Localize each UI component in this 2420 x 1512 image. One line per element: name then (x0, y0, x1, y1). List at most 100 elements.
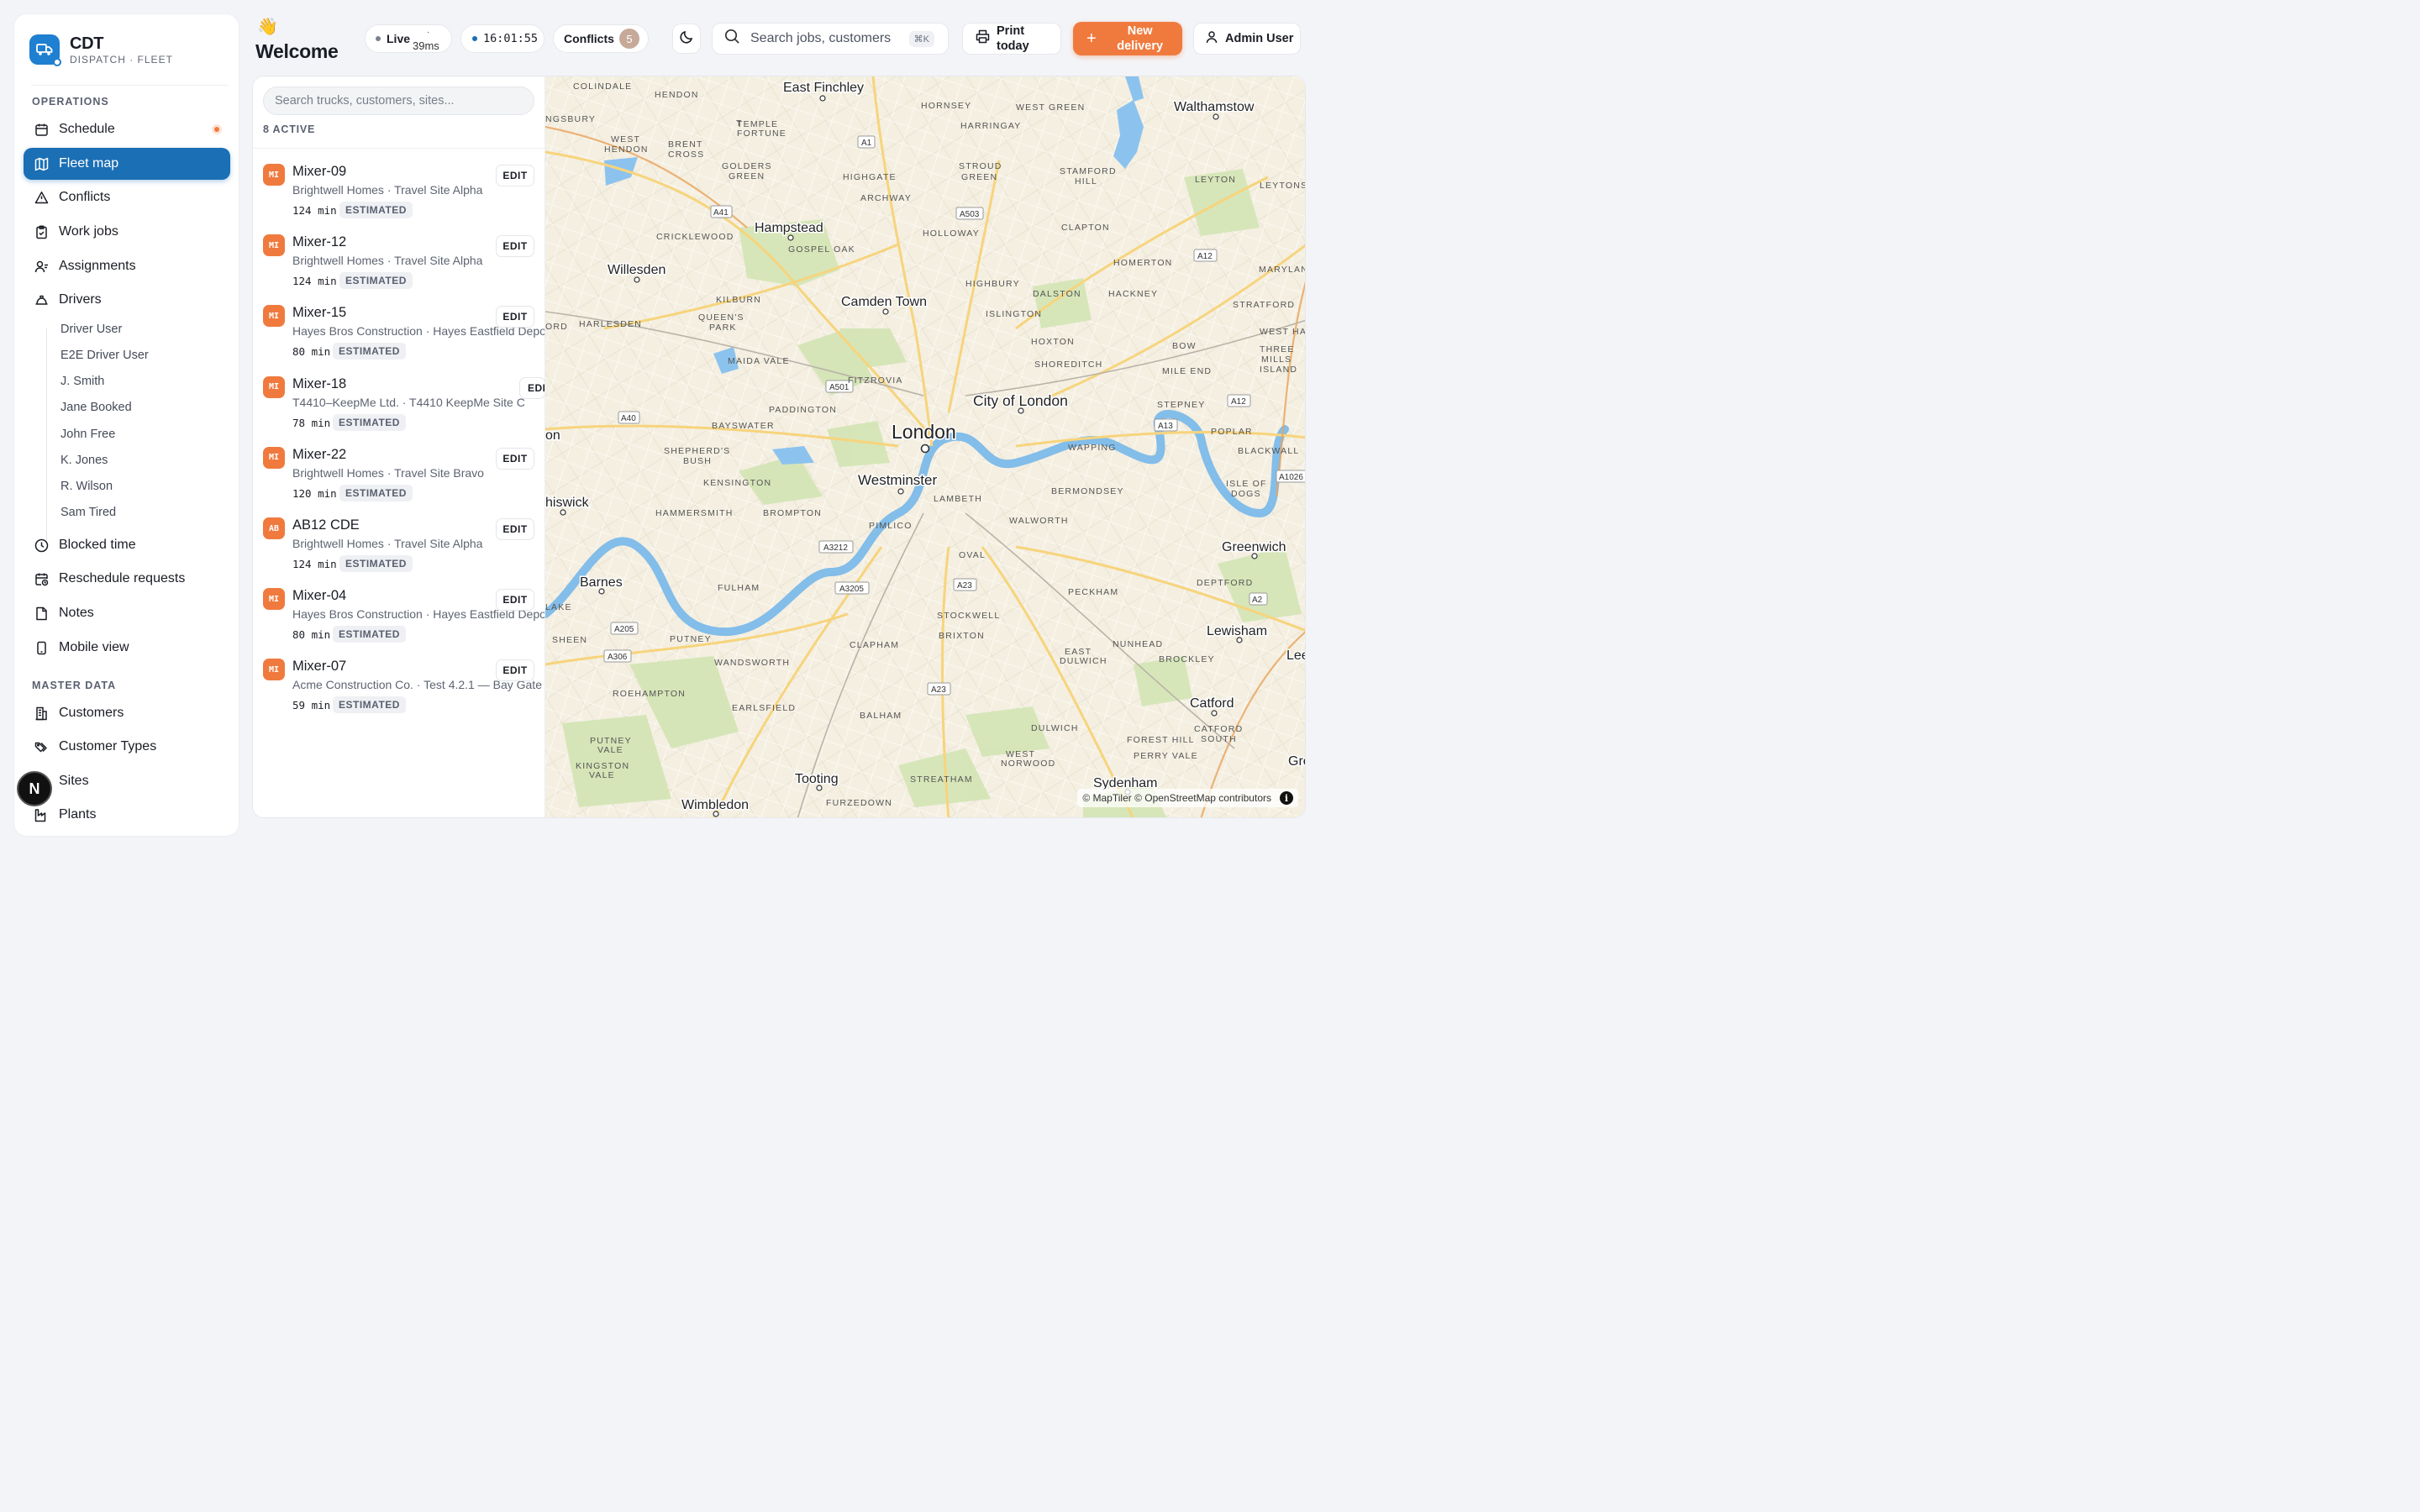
truck-list-item[interactable]: MI Mixer-22 Brightwell Homes · Travel Site… (253, 438, 544, 506)
map-label: STROUD (959, 161, 1002, 171)
truck-list-item[interactable]: MI Mixer-15 Hayes Bros Construction · Haye… (253, 297, 544, 364)
road-shield-label: A3212 (823, 543, 848, 553)
map-canvas[interactable]: A1 A41 A503 A12 A501 A40 A13 A12 A1026 A… (545, 76, 1306, 818)
road-shield: A12 (1227, 394, 1251, 407)
framework-badge[interactable]: N (17, 771, 52, 806)
sidebar-driver-item[interactable]: R. Wilson (60, 480, 113, 493)
edit-button[interactable]: EDIT (519, 376, 544, 399)
map-label: SHEPHERD'S (664, 446, 730, 456)
road-shield: A12 (1193, 249, 1218, 262)
search-input[interactable] (750, 31, 892, 46)
sidebar-item-plants[interactable]: Plants (24, 799, 230, 831)
map-label: WALWORTH (1009, 516, 1069, 526)
sidebar-driver-item[interactable]: J. Smith (60, 375, 104, 388)
live-label: Live (387, 32, 411, 45)
live-status-pill[interactable]: Live · 39ms (365, 24, 452, 53)
map-label: BUSH (683, 456, 712, 466)
map-label: ROEHAMPTON (613, 689, 686, 699)
sidebar-item-schedule[interactable]: Schedule (24, 113, 230, 145)
truck-logo-icon (29, 34, 61, 66)
map-label: FOREST HILL (1127, 735, 1195, 745)
new-delivery-button[interactable]: + New delivery (1073, 22, 1182, 55)
sidebar-item-notes[interactable]: Notes (24, 597, 230, 629)
sidebar-item-label: Reschedule requests (59, 571, 186, 585)
global-search[interactable]: ⌘K (712, 23, 949, 55)
edit-button[interactable]: EDIT (496, 235, 534, 258)
map-label: HIGHGATE (843, 172, 897, 182)
road-shield: A3212 (818, 540, 854, 554)
map-label: FITZROVIA (848, 375, 903, 386)
conflicts-button[interactable]: Conflicts 5 (553, 24, 649, 53)
road-shield-label: A12 (1231, 397, 1246, 407)
map-label: DALSTON (1033, 289, 1081, 299)
status-badge: ESTIMATED (333, 343, 406, 360)
sidebar: CDT DISPATCH · FLEET OPERATIONS Schedule… (13, 13, 239, 837)
sidebar-item-fleet-map[interactable]: Fleet map (24, 148, 230, 180)
map-label: NORWOOD (1001, 759, 1055, 769)
map-attribution: © MapTiler © OpenStreetMap contributors … (1077, 789, 1298, 807)
map-label: SHOREDITCH (1034, 360, 1102, 370)
truck-avatar: AB (263, 517, 285, 539)
map-label: STOCKWELL (937, 611, 1000, 621)
sidebar-item-work-jobs[interactable]: Work jobs (24, 216, 230, 248)
sidebar-item-assignments[interactable]: Assignments (24, 250, 230, 282)
map-label: BROCKLEY (1159, 654, 1215, 664)
sidebar-item-customer-types[interactable]: Customer Types (24, 731, 230, 763)
truck-search-input[interactable] (263, 87, 534, 115)
edit-button[interactable]: EDIT (496, 447, 534, 470)
sidebar-driver-item[interactable]: E2E Driver User (60, 349, 149, 362)
edit-button[interactable]: EDIT (496, 589, 534, 612)
road-shield-label: A2 (1252, 596, 1263, 605)
brand-name: CDT (70, 34, 104, 53)
edit-button[interactable]: EDIT (496, 518, 534, 540)
map-label: SOUTH (1201, 734, 1237, 744)
sidebar-item-mobile-view[interactable]: Mobile view (24, 632, 230, 664)
sidebar-driver-item[interactable]: John Free (60, 428, 115, 441)
road-shield-label: A1 (861, 139, 872, 148)
top-bar: 👋 Welcome Live · 39ms 16:01:55 Conflicts… (252, 15, 1311, 66)
road-shield-label: A12 (1197, 252, 1213, 261)
edit-button[interactable]: EDIT (496, 306, 534, 328)
print-today-button[interactable]: Print today (962, 23, 1061, 55)
sidebar-item-conflicts[interactable]: Conflicts (24, 181, 230, 213)
map-label: East Finchley (783, 81, 864, 95)
truck-list-item[interactable]: AB AB12 CDE Brightwell Homes · Travel Site… (253, 509, 544, 576)
truck-eta: 78 min (292, 416, 331, 429)
sidebar-driver-item[interactable]: Jane Booked (60, 401, 132, 414)
map-label: WEST (611, 134, 640, 144)
map-view[interactable]: A1 A41 A503 A12 A501 A40 A13 A12 A1026 A… (545, 76, 1306, 818)
brand[interactable]: CDT DISPATCH · FLEET (14, 14, 239, 71)
map-label: Willesden (608, 263, 666, 277)
truck-avatar: MI (263, 446, 285, 469)
calendar-clock-icon (34, 571, 49, 586)
truck-list-item[interactable]: MI Mixer-07 Acme Construction Co. · Test 4… (253, 650, 544, 717)
sidebar-driver-item[interactable]: Driver User (60, 323, 122, 336)
truck-list-item[interactable]: MI Mixer-18 T4410–KeepMe Ltd. · T4410 Keep… (253, 368, 544, 435)
truck-eta: 124 min (292, 275, 337, 288)
sidebar-item-drivers[interactable]: Drivers (24, 284, 230, 316)
sidebar-driver-item[interactable]: Sam Tired (60, 506, 116, 519)
map-label: NGSBURY (545, 114, 596, 124)
status-badge: ESTIMATED (339, 202, 413, 218)
truck-list-item[interactable]: MI Mixer-04 Hayes Bros Construction · Haye… (253, 580, 544, 647)
user-menu-button[interactable]: Admin User (1193, 23, 1301, 55)
clock-icon (34, 538, 49, 553)
sidebar-item-blocked-time[interactable]: Blocked time (24, 529, 230, 561)
helmet-icon (34, 292, 49, 307)
sidebar-item-reschedule-requests[interactable]: Reschedule requests (24, 563, 230, 595)
map-label: STRATFORD (1233, 300, 1295, 310)
truck-list-item[interactable]: MI Mixer-12 Brightwell Homes · Travel Site… (253, 226, 544, 293)
edit-button[interactable]: EDIT (496, 659, 534, 682)
sidebar-driver-item[interactable]: K. Jones (60, 454, 108, 467)
status-badge: ESTIMATED (333, 413, 406, 431)
map-label: HENDON (655, 90, 699, 100)
truck-list-item[interactable]: MI Mixer-09 Brightwell Homes · Travel Site… (253, 155, 544, 223)
map-label: KENSINGTON (703, 478, 771, 488)
map-label: DULWICH (1060, 656, 1107, 666)
info-icon[interactable]: i (1280, 791, 1293, 805)
sidebar-item-sites[interactable]: Sites (24, 765, 230, 797)
sidebar-item-customers[interactable]: Customers (24, 697, 230, 729)
road-shield-label: A501 (829, 383, 850, 392)
theme-toggle-button[interactable] (672, 24, 701, 54)
edit-button[interactable]: EDIT (496, 165, 534, 186)
